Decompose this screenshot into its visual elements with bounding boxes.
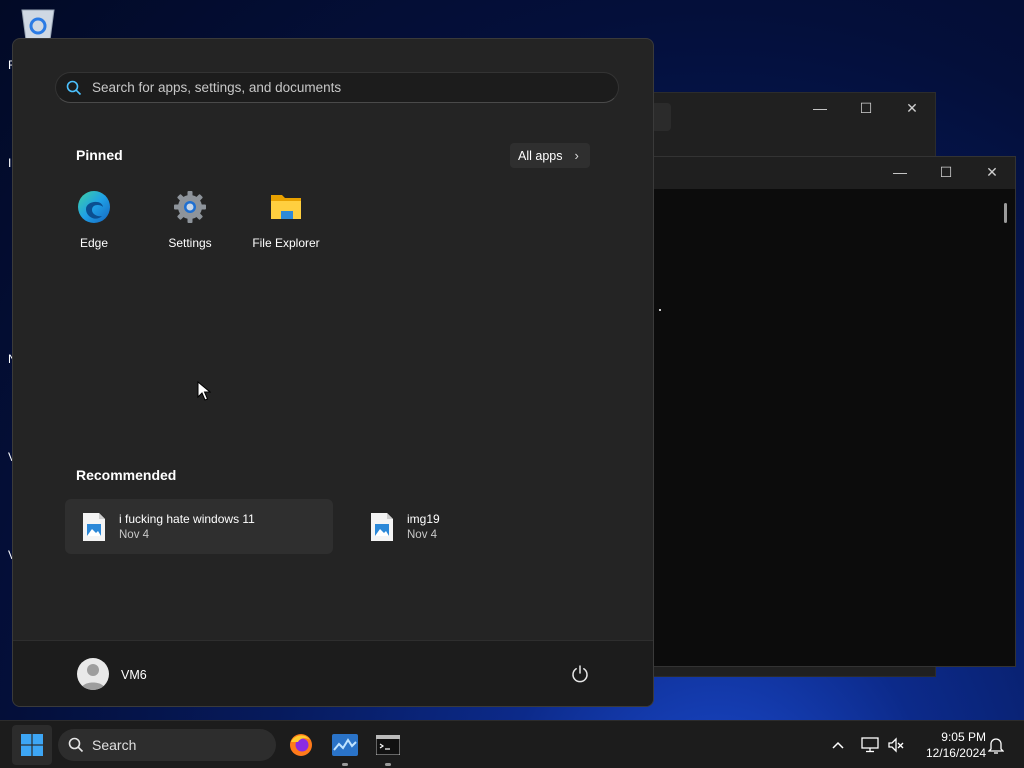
firefox-icon [290,734,312,756]
terminal-window[interactable]: — ☐ ✕ [650,156,1016,667]
running-indicator [342,763,348,766]
minimize-icon[interactable]: — [877,157,923,187]
mouse-cursor-icon [197,381,211,401]
terminal-icon [376,735,400,755]
taskbar-clock[interactable]: 9:05 PM 12/16/2024 [914,729,986,761]
recommended-item-name: img19 [407,512,440,526]
taskbar-search-label: Search [92,737,137,753]
windows-logo-icon [21,734,43,756]
chevron-up-icon[interactable] [828,735,848,755]
notification-bell-icon[interactable] [986,735,1006,755]
search-placeholder: Search for apps, settings, and documents [92,80,342,95]
minimize-icon[interactable]: — [797,93,843,123]
pinned-title: Pinned [76,147,123,163]
maximize-icon[interactable]: ☐ [843,93,889,123]
clock-time: 9:05 PM [941,730,986,744]
recommended-item-date: Nov 4 [407,529,438,541]
search-icon [68,737,84,753]
taskbar-search[interactable]: Search [58,729,276,761]
recommended-title: Recommended [76,467,177,483]
taskbar-app-terminal[interactable] [372,729,404,766]
all-apps-button[interactable]: All apps › [510,143,590,168]
window-caption-buttons: — ☐ ✕ [797,93,935,123]
network-icon[interactable] [860,735,880,755]
desktop-icon-label: I [8,156,12,170]
user-icon [81,664,105,690]
clock-date: 12/16/2024 [925,746,986,760]
terminal-titlebar[interactable]: — ☐ ✕ [651,157,1015,189]
taskbar: Search 9:05 PM 12/16/2024 [0,720,1024,768]
taskbar-app-firefox[interactable] [285,729,317,761]
task-manager-icon [332,734,358,756]
start-footer: VM6 [13,640,653,706]
start-search-input[interactable]: Search for apps, settings, and documents [55,72,619,103]
user-name[interactable]: VM6 [121,668,147,682]
start-menu: Search for apps, settings, and documents… [12,38,654,707]
window-tab[interactable] [651,103,671,131]
avatar[interactable] [77,658,109,690]
recommended-item[interactable]: i fucking hate windows 11 Nov 4 [65,499,333,554]
close-icon[interactable]: ✕ [969,157,1015,187]
terminal-cursor-dot [659,309,661,311]
folder-icon [271,195,301,219]
chevron-right-icon: › [574,148,579,163]
pinned-app-settings[interactable]: Settings [148,189,232,250]
pinned-app-edge[interactable]: Edge [52,189,136,250]
taskbar-app-task-manager[interactable] [329,729,361,766]
volume-muted-icon[interactable] [886,735,906,755]
pinned-app-label: Edge [79,236,109,250]
recommended-item[interactable]: img19 Nov 4 [353,499,621,554]
image-file-icon [371,512,393,541]
start-button[interactable] [12,725,52,765]
search-icon [66,80,82,95]
power-icon[interactable] [570,664,590,684]
pinned-app-label: File Explorer [252,236,320,250]
terminal-scrollbar[interactable] [1004,203,1007,223]
recycle-bin-icon[interactable] [18,8,58,41]
running-indicator [385,763,391,766]
close-icon[interactable]: ✕ [889,93,935,123]
pinned-app-label: Settings [168,236,212,250]
recommended-item-date: Nov 4 [119,529,150,541]
maximize-icon[interactable]: ☐ [923,157,969,187]
pinned-app-file-explorer[interactable]: File Explorer [244,189,328,250]
image-file-icon [83,512,105,541]
all-apps-label: All apps [518,148,563,163]
gear-icon [174,191,206,223]
recommended-item-name: i fucking hate windows 11 [119,512,255,526]
edge-icon [78,191,110,223]
